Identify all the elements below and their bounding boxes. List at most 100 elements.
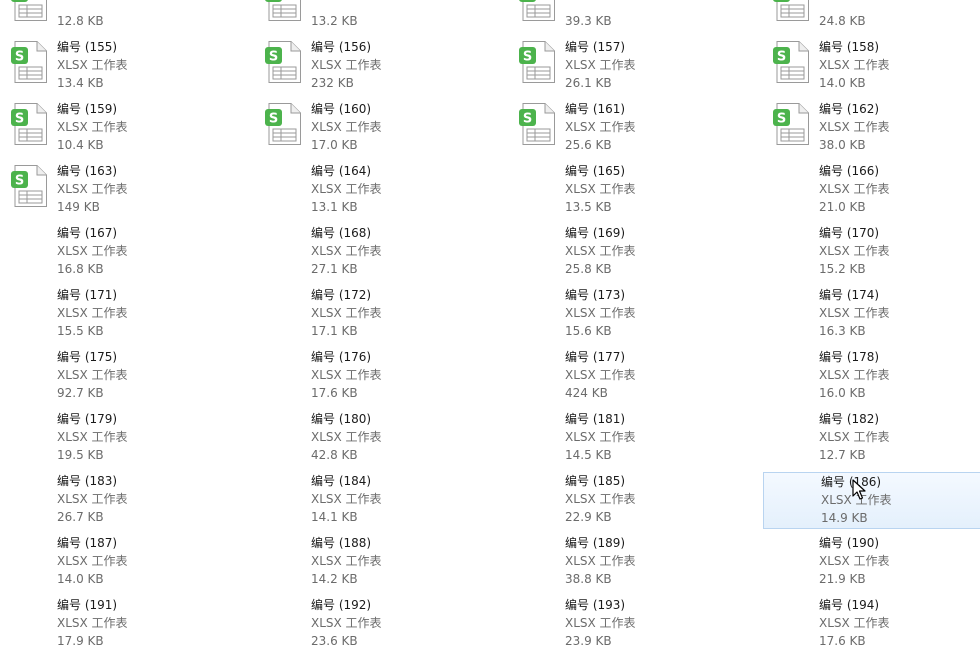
file-name: 编号 (165) (565, 164, 626, 178)
file-type: XLSX 工作表 (819, 616, 890, 630)
file-size: 27.1 KB (311, 262, 358, 276)
file-item[interactable]: S 24.8 KB (762, 0, 980, 32)
file-item[interactable]: 编号 (165) XLSX 工作表 13.5 KB (508, 162, 748, 218)
svg-text:S: S (15, 0, 24, 3)
file-size: 13.2 KB (311, 14, 358, 28)
file-type: XLSX 工作表 (57, 430, 128, 444)
file-name: 编号 (188) (311, 536, 372, 550)
file-name: 编号 (160) (311, 102, 372, 116)
file-size: 17.9 KB (57, 634, 104, 648)
file-item[interactable]: 编号 (180) XLSX 工作表 42.8 KB (254, 410, 494, 466)
file-type: XLSX 工作表 (311, 58, 382, 72)
file-type: XLSX 工作表 (819, 182, 890, 196)
file-name: 编号 (181) (565, 412, 626, 426)
svg-text:S: S (15, 112, 24, 127)
svg-text:S: S (269, 50, 278, 65)
file-type: XLSX 工作表 (57, 182, 128, 196)
file-name: 编号 (177) (565, 350, 626, 364)
file-item[interactable]: 编号 (179) XLSX 工作表 19.5 KB (0, 410, 240, 466)
file-item[interactable]: S 13.2 KB (254, 0, 494, 32)
file-name: 编号 (161) (565, 102, 626, 116)
file-item[interactable]: 编号 (182) XLSX 工作表 12.7 KB (762, 410, 980, 466)
file-item[interactable]: 编号 (183) XLSX 工作表 26.7 KB (0, 472, 240, 528)
svg-text:S: S (777, 0, 786, 3)
file-item[interactable]: 编号 (169) XLSX 工作表 25.8 KB (508, 224, 748, 280)
file-name: 编号 (179) (57, 412, 118, 426)
file-item[interactable]: S 编号 (155) XLSX 工作表 13.4 KB (0, 38, 240, 94)
file-item[interactable]: 编号 (166) XLSX 工作表 21.0 KB (762, 162, 980, 218)
file-item[interactable]: 编号 (168) XLSX 工作表 27.1 KB (254, 224, 494, 280)
file-item[interactable]: S 编号 (159) XLSX 工作表 10.4 KB (0, 100, 240, 156)
file-size: 38.8 KB (565, 572, 612, 586)
file-size: 15.2 KB (819, 262, 866, 276)
svg-text:S: S (523, 0, 532, 3)
file-name: 编号 (158) (819, 40, 880, 54)
file-size: 17.6 KB (819, 634, 866, 648)
file-item[interactable]: 编号 (167) XLSX 工作表 16.8 KB (0, 224, 240, 280)
file-name: 编号 (194) (819, 598, 880, 612)
file-size: 24.8 KB (819, 14, 866, 28)
file-type: XLSX 工作表 (311, 306, 382, 320)
svg-text:S: S (777, 112, 786, 127)
file-size: 38.0 KB (819, 138, 866, 152)
file-name: 编号 (162) (819, 102, 880, 116)
file-item[interactable]: 编号 (175) XLSX 工作表 92.7 KB (0, 348, 240, 404)
svg-text:S: S (269, 0, 278, 3)
file-item[interactable]: 编号 (181) XLSX 工作表 14.5 KB (508, 410, 748, 466)
file-item[interactable]: S 编号 (163) XLSX 工作表 149 KB (0, 162, 240, 218)
file-type: XLSX 工作表 (819, 244, 890, 258)
file-item[interactable]: 编号 (189) XLSX 工作表 38.8 KB (508, 534, 748, 590)
file-size: 17.6 KB (311, 386, 358, 400)
file-item[interactable]: 编号 (176) XLSX 工作表 17.6 KB (254, 348, 494, 404)
file-item[interactable]: 编号 (185) XLSX 工作表 22.9 KB (508, 472, 748, 528)
mouse-pointer-icon (852, 479, 866, 500)
file-name: 编号 (170) (819, 226, 880, 240)
file-item[interactable]: 编号 (192) XLSX 工作表 23.6 KB (254, 596, 494, 652)
file-type: XLSX 工作表 (57, 306, 128, 320)
file-item[interactable]: 编号 (173) XLSX 工作表 15.6 KB (508, 286, 748, 342)
file-name: 编号 (171) (57, 288, 118, 302)
file-size: 10.4 KB (57, 138, 104, 152)
file-name: 编号 (163) (57, 164, 118, 178)
file-item[interactable]: S 编号 (161) XLSX 工作表 25.6 KB (508, 100, 748, 156)
file-item[interactable]: 编号 (193) XLSX 工作表 23.9 KB (508, 596, 748, 652)
file-name: 编号 (174) (819, 288, 880, 302)
file-type: XLSX 工作表 (565, 492, 636, 506)
xlsx-spreadsheet-icon: S (772, 102, 810, 146)
file-item[interactable]: S 编号 (156) XLSX 工作表 232 KB (254, 38, 494, 94)
file-item[interactable]: 编号 (164) XLSX 工作表 13.1 KB (254, 162, 494, 218)
file-item[interactable]: S 12.8 KB (0, 0, 240, 32)
file-item[interactable]: 编号 (186) XLSX 工作表 14.9 KB (763, 472, 980, 529)
file-type: XLSX 工作表 (311, 368, 382, 382)
file-item[interactable]: S 编号 (162) XLSX 工作表 38.0 KB (762, 100, 980, 156)
file-type: XLSX 工作表 (565, 616, 636, 630)
file-item[interactable]: S 编号 (157) XLSX 工作表 26.1 KB (508, 38, 748, 94)
file-size: 14.0 KB (819, 76, 866, 90)
file-size: 15.5 KB (57, 324, 104, 338)
file-name: 编号 (193) (565, 598, 626, 612)
file-item[interactable]: 编号 (194) XLSX 工作表 17.6 KB (762, 596, 980, 652)
file-item[interactable]: S 编号 (158) XLSX 工作表 14.0 KB (762, 38, 980, 94)
file-item[interactable]: 编号 (171) XLSX 工作表 15.5 KB (0, 286, 240, 342)
xlsx-spreadsheet-icon: S (264, 0, 302, 22)
file-item[interactable]: S 编号 (160) XLSX 工作表 17.0 KB (254, 100, 494, 156)
file-item[interactable]: S 39.3 KB (508, 0, 748, 32)
file-item[interactable]: 编号 (187) XLSX 工作表 14.0 KB (0, 534, 240, 590)
file-item[interactable]: 编号 (172) XLSX 工作表 17.1 KB (254, 286, 494, 342)
file-item[interactable]: 编号 (177) XLSX 工作表 424 KB (508, 348, 748, 404)
file-item[interactable]: 编号 (188) XLSX 工作表 14.2 KB (254, 534, 494, 590)
file-type: XLSX 工作表 (57, 58, 128, 72)
file-size: 424 KB (565, 386, 608, 400)
file-item[interactable]: 编号 (174) XLSX 工作表 16.3 KB (762, 286, 980, 342)
file-item[interactable]: 编号 (190) XLSX 工作表 21.9 KB (762, 534, 980, 590)
file-type: XLSX 工作表 (819, 554, 890, 568)
file-item[interactable]: 编号 (178) XLSX 工作表 16.0 KB (762, 348, 980, 404)
file-type: XLSX 工作表 (311, 120, 382, 134)
file-size: 13.5 KB (565, 200, 612, 214)
file-item[interactable]: 编号 (170) XLSX 工作表 15.2 KB (762, 224, 980, 280)
svg-text:S: S (15, 50, 24, 65)
file-item[interactable]: 编号 (191) XLSX 工作表 17.9 KB (0, 596, 240, 652)
file-type: XLSX 工作表 (311, 430, 382, 444)
file-name: 编号 (155) (57, 40, 118, 54)
file-item[interactable]: 编号 (184) XLSX 工作表 14.1 KB (254, 472, 494, 528)
